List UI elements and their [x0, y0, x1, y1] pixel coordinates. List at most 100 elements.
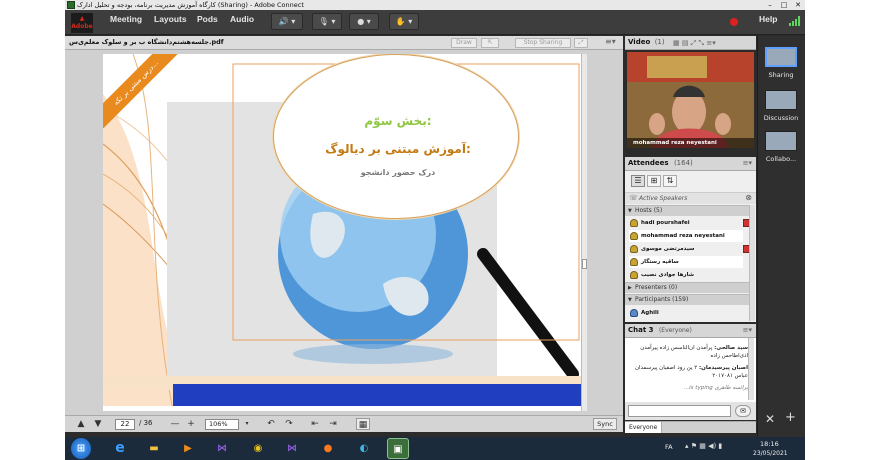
firefox-icon[interactable]: ●	[317, 438, 339, 459]
layout-sharing-label[interactable]: Sharing	[758, 71, 804, 79]
app-icon	[67, 1, 75, 9]
status-view-icon[interactable]: ⇅	[663, 175, 677, 187]
edge-icon[interactable]: e	[109, 438, 131, 459]
zoom-dropdown-icon[interactable]: ▾	[243, 418, 251, 430]
presenters-label: Presenters (0)	[635, 284, 678, 291]
chrome-icon[interactable]: ◉	[247, 438, 269, 459]
pod-options-icon[interactable]: ≡▾	[605, 37, 616, 46]
speaker-button[interactable]: 🔊 ▾	[271, 13, 303, 30]
chat-pod-title: Chat 3	[628, 326, 654, 334]
participants-section-header[interactable]: ▼ Participants (159)	[625, 294, 751, 305]
expand-presenters-icon[interactable]: ▶	[628, 283, 632, 293]
undo-icon[interactable]: ↶	[265, 418, 277, 430]
breakout-view-icon[interactable]: ⊞	[647, 175, 661, 187]
list-view-icon[interactable]: ☰	[631, 175, 645, 187]
system-tray-icons[interactable]: ▴ ⚑ ▦ ◀) ▮	[685, 442, 722, 450]
adobe-connect-taskbar-icon[interactable]: ▣	[387, 438, 409, 459]
webcam-button[interactable]: ● ▾	[349, 13, 379, 30]
window-titlebar: کارگاه آموزش مدیریت برنامه، بودجه و تحلی…	[65, 0, 805, 10]
record-indicator-icon[interactable]	[730, 18, 738, 26]
presenters-section-header[interactable]: ▶ Presenters (0)	[625, 282, 751, 293]
host-icon	[630, 258, 638, 266]
layout-sharing-thumb[interactable]	[765, 47, 797, 67]
delete-layout-icon[interactable]: ✕	[765, 412, 775, 426]
layout-collaboration-label[interactable]: Collabo...	[758, 155, 804, 163]
slide-scrollbar[interactable]	[581, 54, 587, 411]
window-title: کارگاه آموزش مدیریت برنامه، بودجه و تحلی…	[77, 1, 304, 9]
menu-audio[interactable]: Audio	[230, 14, 254, 24]
close-button[interactable]: ✕	[791, 0, 805, 10]
menu-help[interactable]: Help	[759, 14, 777, 24]
file-explorer-icon[interactable]: ▬	[143, 438, 165, 459]
media-player-icon[interactable]: ▶	[177, 438, 199, 459]
microphone-button[interactable]: 🎙 ▾	[312, 13, 342, 30]
clock-time[interactable]: 18:16	[760, 440, 779, 448]
visual-studio-icon-2[interactable]: ⋈	[281, 438, 303, 459]
menu-layouts[interactable]: Layouts	[154, 14, 187, 24]
chat-scrollbar[interactable]	[748, 338, 754, 400]
input-language[interactable]: FA	[665, 443, 673, 451]
fit-width-icon[interactable]: ⇤	[309, 418, 321, 430]
page-number-input[interactable]: 22	[115, 419, 135, 430]
hosts-label: Hosts (5)	[635, 207, 663, 214]
host-row[interactable]: شارها جوادی نصیب	[629, 269, 743, 281]
layout-collaboration-thumb[interactable]	[765, 131, 797, 151]
clock-date[interactable]: 23/05/2021	[753, 450, 788, 457]
chat-sender: اصبان پیرسیدمان:	[698, 365, 748, 371]
draw-button[interactable]: Draw	[451, 38, 477, 48]
adobe-connect-window: کارگاه آموزش مدیریت برنامه، بودجه و تحلی…	[65, 0, 805, 460]
chat-options-icon[interactable]: ≡▾	[743, 324, 752, 337]
host-name: سیدمرتضی موسوی	[641, 246, 695, 252]
layout-discussion-label[interactable]: Discussion	[758, 114, 804, 122]
start-button-icon[interactable]: ⊞	[71, 438, 91, 459]
host-name: ساقیه رستگار	[641, 259, 679, 265]
edge-chromium-icon[interactable]: ◐	[353, 438, 375, 459]
webcam-frame	[627, 52, 754, 148]
thumbnails-icon[interactable]: ▦	[356, 418, 370, 430]
stop-sharing-button[interactable]: Stop Sharing	[515, 38, 571, 48]
next-page-icon[interactable]: ▼	[92, 418, 104, 430]
raise-hand-button[interactable]: ✋ ▾	[389, 13, 419, 30]
chat-tab-everyone[interactable]: Everyone	[625, 422, 663, 433]
send-message-icon[interactable]: ✉	[735, 405, 751, 417]
close-active-speakers-icon[interactable]: ⊗	[745, 193, 752, 202]
participant-row[interactable]: Aghili	[629, 307, 743, 319]
maximize-button[interactable]: □	[777, 0, 791, 10]
share-pod-header: جلسه‌هشتم‌دانشگاه ب بر و سلوک معلم‌ی‌س.p…	[65, 36, 623, 50]
zoom-in-icon[interactable]: +	[185, 418, 197, 430]
slide-main-heading: آموزش مبتنی بر دیالوگ:	[325, 142, 471, 156]
fullscreen-button[interactable]: ⤢	[574, 38, 588, 48]
hosts-section-header[interactable]: ▼ Hosts (5)	[625, 205, 751, 216]
host-row[interactable]: mohammad reza neyestani	[629, 230, 743, 242]
chat-input-bar: ✉	[625, 402, 756, 420]
chat-scope: (Everyone)	[658, 327, 692, 334]
visual-studio-icon[interactable]: ⋈	[211, 438, 233, 459]
video-toolbar-icons[interactable]: ▦ ▤ ⤢ ⤡ ≡▾	[673, 37, 716, 50]
minimize-button[interactable]: –	[763, 0, 777, 10]
layout-discussion-thumb[interactable]	[765, 90, 797, 110]
chat-message: سید صالحی: پرآمدن ان‌الناسس زاده پیرآمدن…	[629, 344, 748, 360]
host-icon	[630, 271, 638, 279]
slide: درس مبتنی بر تکه... بخش سوّم: آموزش مبتن…	[103, 54, 581, 411]
host-row[interactable]: hadi pourshafei	[629, 217, 743, 229]
participant-name: Aghili	[641, 310, 659, 316]
slide-section-heading: بخش سوّم:	[364, 114, 432, 128]
redo-icon[interactable]: ↷	[283, 418, 295, 430]
attendees-options-icon[interactable]: ≡▾	[743, 157, 752, 170]
zoom-select[interactable]: 106%	[205, 419, 239, 430]
fit-page-icon[interactable]: ⇥	[327, 418, 339, 430]
menu-meeting[interactable]: Meeting	[110, 14, 142, 24]
host-row[interactable]: سیدمرتضی موسوی	[629, 243, 743, 255]
zoom-out-icon[interactable]: —	[169, 418, 181, 430]
sync-button[interactable]: Sync	[593, 418, 617, 430]
add-layout-icon[interactable]: +	[785, 410, 796, 425]
pointer-button[interactable]: ⇱	[481, 38, 499, 48]
attendees-scrollbar[interactable]	[749, 205, 755, 321]
chat-input[interactable]	[628, 405, 731, 417]
host-row[interactable]: ساقیه رستگار	[629, 256, 743, 268]
collapse-participants-icon[interactable]: ▼	[628, 295, 632, 305]
menu-pods[interactable]: Pods	[197, 14, 218, 24]
share-content-area: درس مبتنی بر تکه... بخش سوّم: آموزش مبتن…	[65, 50, 623, 415]
collapse-hosts-icon[interactable]: ▼	[628, 206, 632, 216]
prev-page-icon[interactable]: ▲	[75, 418, 87, 430]
